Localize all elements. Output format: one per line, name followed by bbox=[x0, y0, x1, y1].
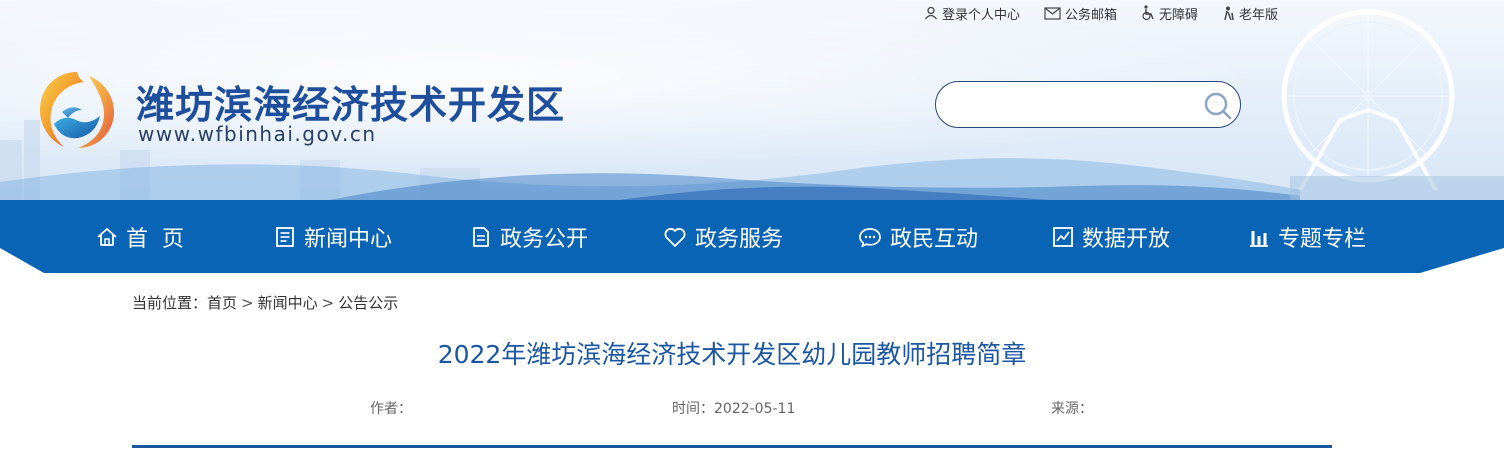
ferris-wheel-illustration bbox=[1281, 9, 1504, 200]
nav-item-interaction[interactable]: 政民互动 bbox=[858, 200, 978, 273]
breadcrumb: 当前位置：首页 > 新闻中心 > 公告公示 bbox=[132, 292, 398, 313]
heart-icon bbox=[664, 227, 686, 247]
nav-decoration-left bbox=[0, 248, 44, 273]
top-utility-links: 登录个人中心 公务邮箱 无障碍 老年版 bbox=[924, 4, 1302, 23]
breadcrumb-prefix: 当前位置： bbox=[132, 294, 208, 312]
nav-item-open-data-label: 数据开放 bbox=[1082, 226, 1171, 252]
breadcrumb-separator: > bbox=[241, 294, 254, 312]
article-date: 时间：2022-05-11 bbox=[672, 401, 796, 417]
elder-mode-link-label: 老年版 bbox=[1239, 7, 1279, 23]
main-navigation: 首 页 新闻中心 政务公开 政务服务 政民互动 数据开放 专题专栏 bbox=[0, 200, 1504, 273]
mail-icon bbox=[1044, 6, 1061, 20]
mail-link[interactable]: 公务邮箱 bbox=[1044, 4, 1117, 23]
nav-item-gov-services[interactable]: 政务服务 bbox=[663, 200, 783, 273]
search-button[interactable] bbox=[1202, 90, 1234, 122]
breadcrumb-item-home[interactable]: 首页 bbox=[207, 294, 237, 312]
nav-item-special-topics[interactable]: 专题专栏 bbox=[1248, 200, 1366, 273]
article-source: 来源： bbox=[1051, 401, 1093, 417]
site-header: 登录个人中心 公务邮箱 无障碍 老年版 潍坊滨海经济技术开发区 www.wfbi… bbox=[0, 0, 1504, 200]
news-icon bbox=[276, 226, 294, 247]
search-input[interactable] bbox=[954, 92, 1194, 118]
search-icon bbox=[1204, 92, 1232, 120]
accessibility-link[interactable]: 无障碍 bbox=[1141, 4, 1198, 23]
breadcrumb-separator: > bbox=[321, 294, 335, 312]
nav-decoration-right bbox=[1420, 248, 1504, 273]
nav-item-gov-affairs-label: 政务公开 bbox=[500, 226, 589, 252]
chat-icon bbox=[859, 227, 881, 247]
site-logo[interactable] bbox=[34, 68, 120, 154]
data-chart-icon bbox=[1053, 226, 1073, 247]
search-box bbox=[935, 81, 1241, 128]
nav-item-gov-services-label: 政务服务 bbox=[695, 226, 784, 252]
breadcrumb-item-notices[interactable]: 公告公示 bbox=[338, 294, 398, 312]
elder-icon bbox=[1224, 6, 1234, 20]
mail-link-label: 公务邮箱 bbox=[1065, 7, 1118, 23]
nav-item-interaction-label: 政民互动 bbox=[890, 226, 979, 252]
nav-item-news-label: 新闻中心 bbox=[304, 226, 393, 252]
nav-item-news[interactable]: 新闻中心 bbox=[274, 200, 392, 273]
accessibility-link-label: 无障碍 bbox=[1159, 7, 1199, 23]
user-icon bbox=[924, 6, 938, 20]
article-author: 作者： bbox=[370, 401, 412, 417]
article-title: 2022年潍坊滨海经济技术开发区幼儿园教师招聘简章 bbox=[437, 340, 1027, 369]
breadcrumb-item-news[interactable]: 新闻中心 bbox=[258, 294, 318, 312]
nav-item-special-topics-label: 专题专栏 bbox=[1278, 226, 1367, 252]
nav-item-home-label: 首 页 bbox=[126, 226, 184, 252]
document-icon bbox=[473, 226, 489, 247]
site-title: 潍坊滨海经济技术开发区 bbox=[136, 83, 566, 127]
home-icon bbox=[97, 227, 117, 246]
login-link[interactable]: 登录个人中心 bbox=[924, 4, 1020, 23]
article-divider bbox=[132, 445, 1332, 448]
nav-item-gov-affairs[interactable]: 政务公开 bbox=[470, 200, 588, 273]
wheelchair-icon bbox=[1142, 5, 1154, 21]
nav-item-open-data[interactable]: 数据开放 bbox=[1052, 200, 1170, 273]
nav-item-home[interactable]: 首 页 bbox=[96, 200, 184, 273]
bar-chart-icon bbox=[1250, 230, 1268, 247]
site-url: www.wfbinhai.gov.cn bbox=[138, 122, 377, 146]
elder-mode-link[interactable]: 老年版 bbox=[1222, 4, 1278, 23]
login-link-label: 登录个人中心 bbox=[942, 7, 1021, 23]
